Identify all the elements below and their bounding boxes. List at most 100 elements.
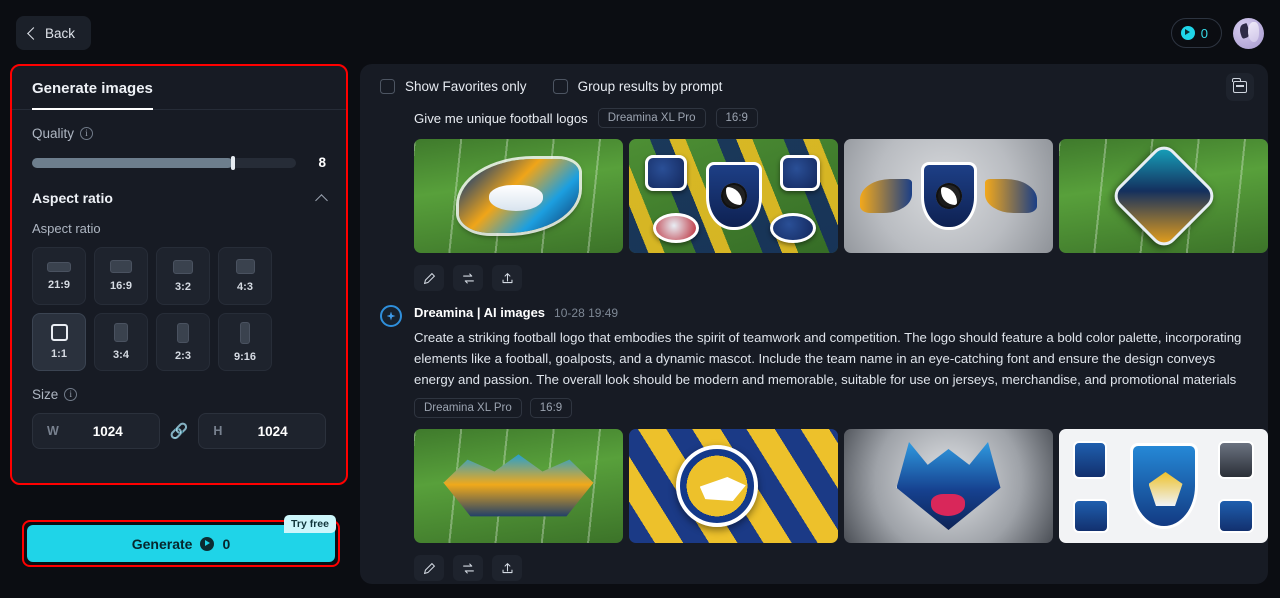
edit-button[interactable] xyxy=(414,265,444,291)
tab-generate-images[interactable]: Generate images xyxy=(32,80,153,110)
aspect-ratio-21-9[interactable]: 21:9 xyxy=(32,247,86,305)
user-avatar[interactable] xyxy=(1233,17,1264,49)
height-value: 1024 xyxy=(257,423,288,439)
size-inputs: W 1024 🔗 H 1024 xyxy=(32,413,326,449)
prompt-text: Create a striking football logo that emb… xyxy=(414,330,1242,387)
prompt-row: Give me unique football logos Dreamina X… xyxy=(380,108,1268,291)
result-image[interactable] xyxy=(629,429,838,543)
aspect-ratio-label: 16:9 xyxy=(109,280,133,292)
result-image[interactable] xyxy=(414,429,623,543)
aspect-ratio-label: 9:16 xyxy=(233,350,257,363)
folder-button[interactable] xyxy=(1226,73,1254,101)
regenerate-icon xyxy=(462,563,474,573)
result-image[interactable] xyxy=(844,429,1053,543)
generate-button[interactable]: Generate 0 Try free xyxy=(27,515,336,562)
image-row xyxy=(414,429,1268,543)
result-image[interactable] xyxy=(629,139,838,253)
result-image[interactable] xyxy=(414,139,623,253)
panel-tab-bar: Generate images xyxy=(12,66,346,110)
filter-show-favorites-only[interactable]: Show Favorites only xyxy=(380,78,527,94)
results-feed: Give me unique football logos Dreamina X… xyxy=(360,108,1268,581)
quality-section: Quality i 8 xyxy=(12,126,346,170)
quality-value: 8 xyxy=(318,155,326,170)
checkbox-show-favorites-only[interactable] xyxy=(380,78,395,94)
timestamp: 10-28 19:49 xyxy=(554,306,619,320)
regenerate-icon xyxy=(462,273,474,283)
eagle-roundel-art xyxy=(675,445,758,527)
result-image[interactable] xyxy=(1059,139,1268,253)
quality-label: Quality xyxy=(32,126,75,141)
try-free-badge: Try free xyxy=(284,515,336,533)
prompt-body: Dreamina | AI images 10-28 19:49 Create … xyxy=(414,305,1268,581)
aspect-ratio-label: 21:9 xyxy=(47,278,71,291)
edit-icon xyxy=(423,272,435,284)
credit-coin-icon xyxy=(1180,26,1195,40)
generate-button-label: Generate xyxy=(131,535,193,552)
aspect-ratio-shape-icon xyxy=(114,323,128,342)
tag-ratio: 16:9 xyxy=(529,398,573,418)
crown-shield-art xyxy=(920,162,977,230)
aspect-ratio-3-2[interactable]: 3:2 xyxy=(156,247,210,305)
tag-model: Dreamina XL Pro xyxy=(414,398,522,418)
aspect-ratio-label: 1:1 xyxy=(51,348,67,360)
width-key: W xyxy=(47,424,59,438)
width-input[interactable]: W 1024 xyxy=(32,413,160,449)
share-button[interactable] xyxy=(492,555,522,581)
link-icon[interactable]: 🔗 xyxy=(170,422,189,440)
image-row xyxy=(414,139,1268,253)
credits-value: 0 xyxy=(1200,25,1208,41)
prompt-body: Give me unique football logos Dreamina X… xyxy=(414,108,1268,291)
aspect-ratio-shape-icon xyxy=(47,261,71,272)
action-row xyxy=(414,265,1248,291)
share-button[interactable] xyxy=(492,265,522,291)
chevron-up-icon[interactable] xyxy=(315,193,328,207)
action-row xyxy=(414,555,1248,581)
edit-button[interactable] xyxy=(414,555,444,581)
generate-button-highlight: Generate 0 Try free xyxy=(22,515,340,567)
filter-label: Show Favorites only xyxy=(405,78,527,94)
prompt-title-line: Give me unique football logos Dreamina X… xyxy=(414,108,1248,128)
quality-label-row: Quality i xyxy=(32,126,326,141)
height-key: H xyxy=(213,424,223,438)
bot-avatar-icon xyxy=(380,305,402,327)
back-button[interactable]: Back xyxy=(16,16,92,50)
credits-badge[interactable]: 0 xyxy=(1170,18,1222,48)
regenerate-button[interactable] xyxy=(453,555,483,581)
result-block: Dreamina | AI images 10-28 19:49 Create … xyxy=(380,305,1268,581)
folder-icon xyxy=(1232,78,1247,93)
quality-slider-fill xyxy=(32,157,233,168)
aspect-ratio-16-9[interactable]: 16:9 xyxy=(94,247,148,305)
top-bar: Back 0 xyxy=(0,0,1280,66)
aspect-ratio-4-3[interactable]: 4:3 xyxy=(218,247,272,305)
aspect-ratio-header[interactable]: Aspect ratio xyxy=(32,190,328,207)
generate-settings-panel: Generate images Quality i 8 Aspect ratio… xyxy=(10,64,348,485)
width-value: 1024 xyxy=(92,423,123,439)
info-icon[interactable]: i xyxy=(80,127,94,140)
aspect-ratio-section: Aspect ratio Aspect ratio 21:9 16:9 3:2 4:3… xyxy=(12,190,346,371)
height-input[interactable]: H 1024 xyxy=(198,413,326,449)
aspect-ratio-label: 3:2 xyxy=(175,280,191,293)
checkbox-group-results-by-prompt[interactable] xyxy=(552,78,568,94)
aspect-ratio-1-1[interactable]: 1:1 xyxy=(32,313,86,371)
aspect-ratio-options: 21:9 16:9 3:2 4:3 1:1 3:4 2:3 9:16 xyxy=(32,247,326,371)
chevron-left-icon xyxy=(27,26,40,40)
aspect-ratio-3-4[interactable]: 3:4 xyxy=(94,313,148,371)
regenerate-button[interactable] xyxy=(453,265,483,291)
aspect-ratio-9-16[interactable]: 9:16 xyxy=(218,313,272,371)
tag-row: Dreamina XL Pro 16:9 xyxy=(414,398,1248,418)
quality-slider[interactable] xyxy=(32,155,296,170)
aspect-ratio-2-3[interactable]: 2:3 xyxy=(156,313,210,371)
size-section: Size i W 1024 🔗 H 1024 xyxy=(12,387,346,449)
top-bar-right: 0 xyxy=(1170,17,1264,49)
info-icon[interactable]: i xyxy=(64,388,78,401)
aspect-ratio-title: Aspect ratio xyxy=(32,190,113,206)
aspect-ratio-shape-icon xyxy=(240,321,250,344)
tag-model: Dreamina XL Pro xyxy=(597,108,706,128)
quality-slider-thumb[interactable] xyxy=(230,155,235,170)
results-filter-bar: Show Favorites only Group results by pro… xyxy=(360,64,1268,108)
filter-group-results-by-prompt[interactable]: Group results by prompt xyxy=(552,78,722,94)
result-image[interactable] xyxy=(844,139,1053,253)
result-image[interactable] xyxy=(1059,429,1268,543)
bot-meta: Dreamina | AI images 10-28 19:49 xyxy=(414,305,1248,320)
results-panel: Show Favorites only Group results by pro… xyxy=(360,64,1268,584)
